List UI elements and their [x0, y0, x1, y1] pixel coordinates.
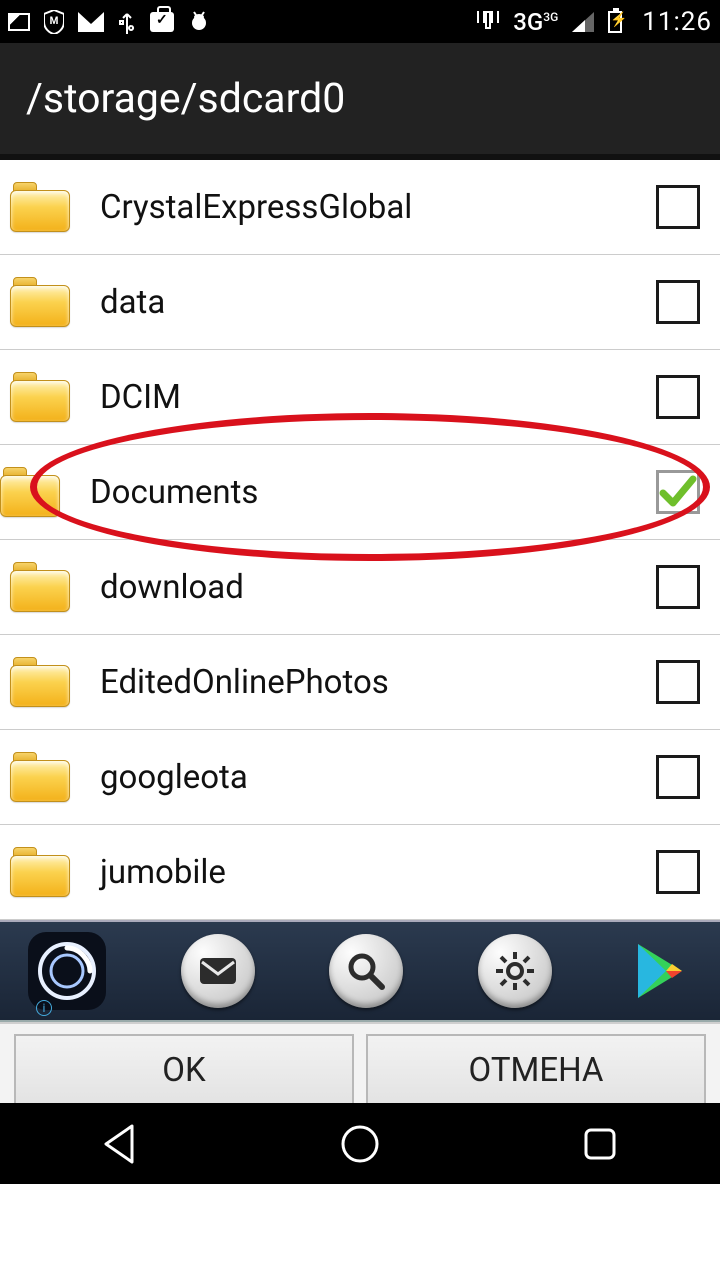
ad-app-icon[interactable]: [28, 932, 106, 1010]
briefcase-icon: [150, 12, 174, 32]
select-checkbox[interactable]: [656, 375, 700, 419]
select-checkbox[interactable]: [656, 660, 700, 704]
folder-row-googleota[interactable]: googleota: [0, 730, 720, 825]
clock-label: 11:26: [642, 7, 712, 37]
folder-row-data[interactable]: data: [0, 255, 720, 350]
folder-row-dcim[interactable]: DCIM: [0, 350, 720, 445]
svg-text:M: M: [50, 16, 59, 27]
select-checkbox[interactable]: [656, 185, 700, 229]
folder-row-editedonlinephotos[interactable]: EditedOnlinePhotos: [0, 635, 720, 730]
ad-play-store-icon[interactable]: [626, 938, 692, 1004]
folder-icon: [10, 182, 70, 232]
folder-name-label: Documents: [90, 473, 656, 512]
signal-strength-icon: [572, 12, 594, 32]
folder-name-label: data: [100, 283, 656, 322]
android-status-bar: M 3G3G 11:26: [0, 0, 720, 43]
select-checkbox[interactable]: [656, 755, 700, 799]
nav-back-button[interactable]: [98, 1122, 142, 1166]
ad-mail-icon[interactable]: [181, 934, 255, 1008]
folder-icon: [0, 467, 60, 517]
folder-icon: [10, 277, 70, 327]
ad-info-icon[interactable]: i: [36, 1000, 52, 1016]
folder-name-label: googleota: [100, 758, 656, 797]
image-notification-icon: [8, 13, 30, 31]
nav-home-button[interactable]: [338, 1122, 382, 1166]
folder-icon: [10, 372, 70, 422]
gmail-icon: [78, 12, 104, 32]
folder-row-jumobile[interactable]: jumobile: [0, 825, 720, 920]
usb-icon: [118, 10, 136, 34]
folder-icon: [10, 562, 70, 612]
folder-name-label: DCIM: [100, 378, 656, 417]
mcafee-shield-icon: M: [44, 10, 64, 34]
ad-settings-icon[interactable]: [478, 934, 552, 1008]
vibrate-icon: [477, 11, 499, 33]
path-title-bar: /storage/sdcard0: [0, 43, 720, 160]
select-checkbox[interactable]: [656, 850, 700, 894]
android-debug-icon: [188, 11, 210, 33]
cancel-button[interactable]: ОТМЕНА: [366, 1034, 706, 1103]
nav-recent-button[interactable]: [578, 1122, 622, 1166]
folder-icon: [10, 657, 70, 707]
select-checkbox-checked[interactable]: [656, 470, 700, 514]
select-checkbox[interactable]: [656, 565, 700, 609]
folder-name-label: download: [100, 568, 656, 607]
ad-search-icon[interactable]: [329, 934, 403, 1008]
ok-button[interactable]: OK: [14, 1034, 354, 1103]
folder-name-label: jumobile: [100, 853, 656, 892]
folder-icon: [10, 847, 70, 897]
android-nav-bar: [0, 1103, 720, 1184]
folder-name-label: EditedOnlinePhotos: [100, 663, 656, 702]
folder-row-crystalexpressglobal[interactable]: CrystalExpressGlobal: [0, 160, 720, 255]
folder-list[interactable]: CrystalExpressGlobal data DCIM Documents…: [0, 160, 720, 1103]
ad-banner-wrapper: i: [0, 920, 720, 1022]
folder-row-documents[interactable]: Documents: [0, 445, 720, 540]
select-checkbox[interactable]: [656, 280, 700, 324]
network-type-label: 3G3G: [513, 8, 558, 36]
battery-charging-icon: [608, 11, 622, 33]
ad-banner[interactable]: [0, 920, 720, 1022]
folder-name-label: CrystalExpressGlobal: [100, 188, 656, 227]
status-left-icons: M: [8, 10, 477, 34]
dialog-action-bar: OK ОТМЕНА: [0, 1022, 720, 1103]
folder-icon: [10, 752, 70, 802]
folder-row-download[interactable]: download: [0, 540, 720, 635]
current-path-label: /storage/sdcard0: [26, 75, 345, 123]
status-right-icons: 3G3G 11:26: [477, 7, 712, 37]
